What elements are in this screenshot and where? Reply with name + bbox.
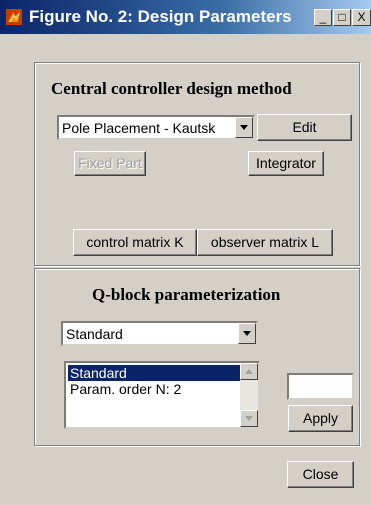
matlab-figure-icon (6, 9, 22, 25)
minimize-button[interactable]: _ (314, 9, 332, 26)
scroll-down-icon[interactable] (240, 410, 258, 427)
qblock-panel-title: Q-block parameterization (92, 285, 281, 304)
window-title: Figure No. 2: Design Parameters (29, 7, 292, 26)
scroll-up-icon[interactable] (240, 363, 258, 380)
fixed-part-label: Fixed Part (78, 155, 142, 171)
controller-panel-title: Central controller design method (51, 79, 292, 98)
close-window-button[interactable]: X (352, 9, 371, 26)
list-item-param-order[interactable]: Param. order N: 2 (68, 381, 244, 397)
close-button[interactable]: Close (287, 461, 354, 488)
chevron-down-icon[interactable] (238, 323, 256, 344)
integrator-button[interactable]: Integrator (248, 151, 324, 176)
title-bar: Figure No. 2: Design Parameters _ □ X (0, 0, 371, 34)
qblock-type-value: Standard (66, 326, 123, 342)
control-matrix-k-button[interactable]: control matrix K (73, 229, 197, 256)
qblock-panel: Q-block parameterization Standard Standa… (34, 268, 360, 446)
apply-button[interactable]: Apply (288, 405, 353, 432)
maximize-button[interactable]: □ (333, 9, 351, 26)
parameter-value-input[interactable] (287, 373, 354, 400)
qblock-parameter-list[interactable]: Standard Param. order N: 2 (64, 361, 260, 429)
chevron-down-icon[interactable] (235, 117, 253, 138)
fixed-part-button[interactable]: Fixed Part (74, 151, 146, 176)
list-item-standard[interactable]: Standard (68, 365, 244, 381)
design-method-select[interactable]: Pole Placement - Kautsk (57, 115, 255, 140)
controller-design-panel: Central controller design method Pole Pl… (34, 62, 360, 266)
list-scrollbar[interactable] (240, 363, 258, 427)
edit-button[interactable]: Edit (257, 114, 352, 141)
design-method-value: Pole Placement - Kautsk (62, 120, 216, 136)
observer-matrix-l-button[interactable]: observer matrix L (197, 229, 333, 256)
design-parameters-window: Figure No. 2: Design Parameters _ □ X Ce… (0, 0, 371, 505)
qblock-type-select[interactable]: Standard (61, 321, 258, 346)
